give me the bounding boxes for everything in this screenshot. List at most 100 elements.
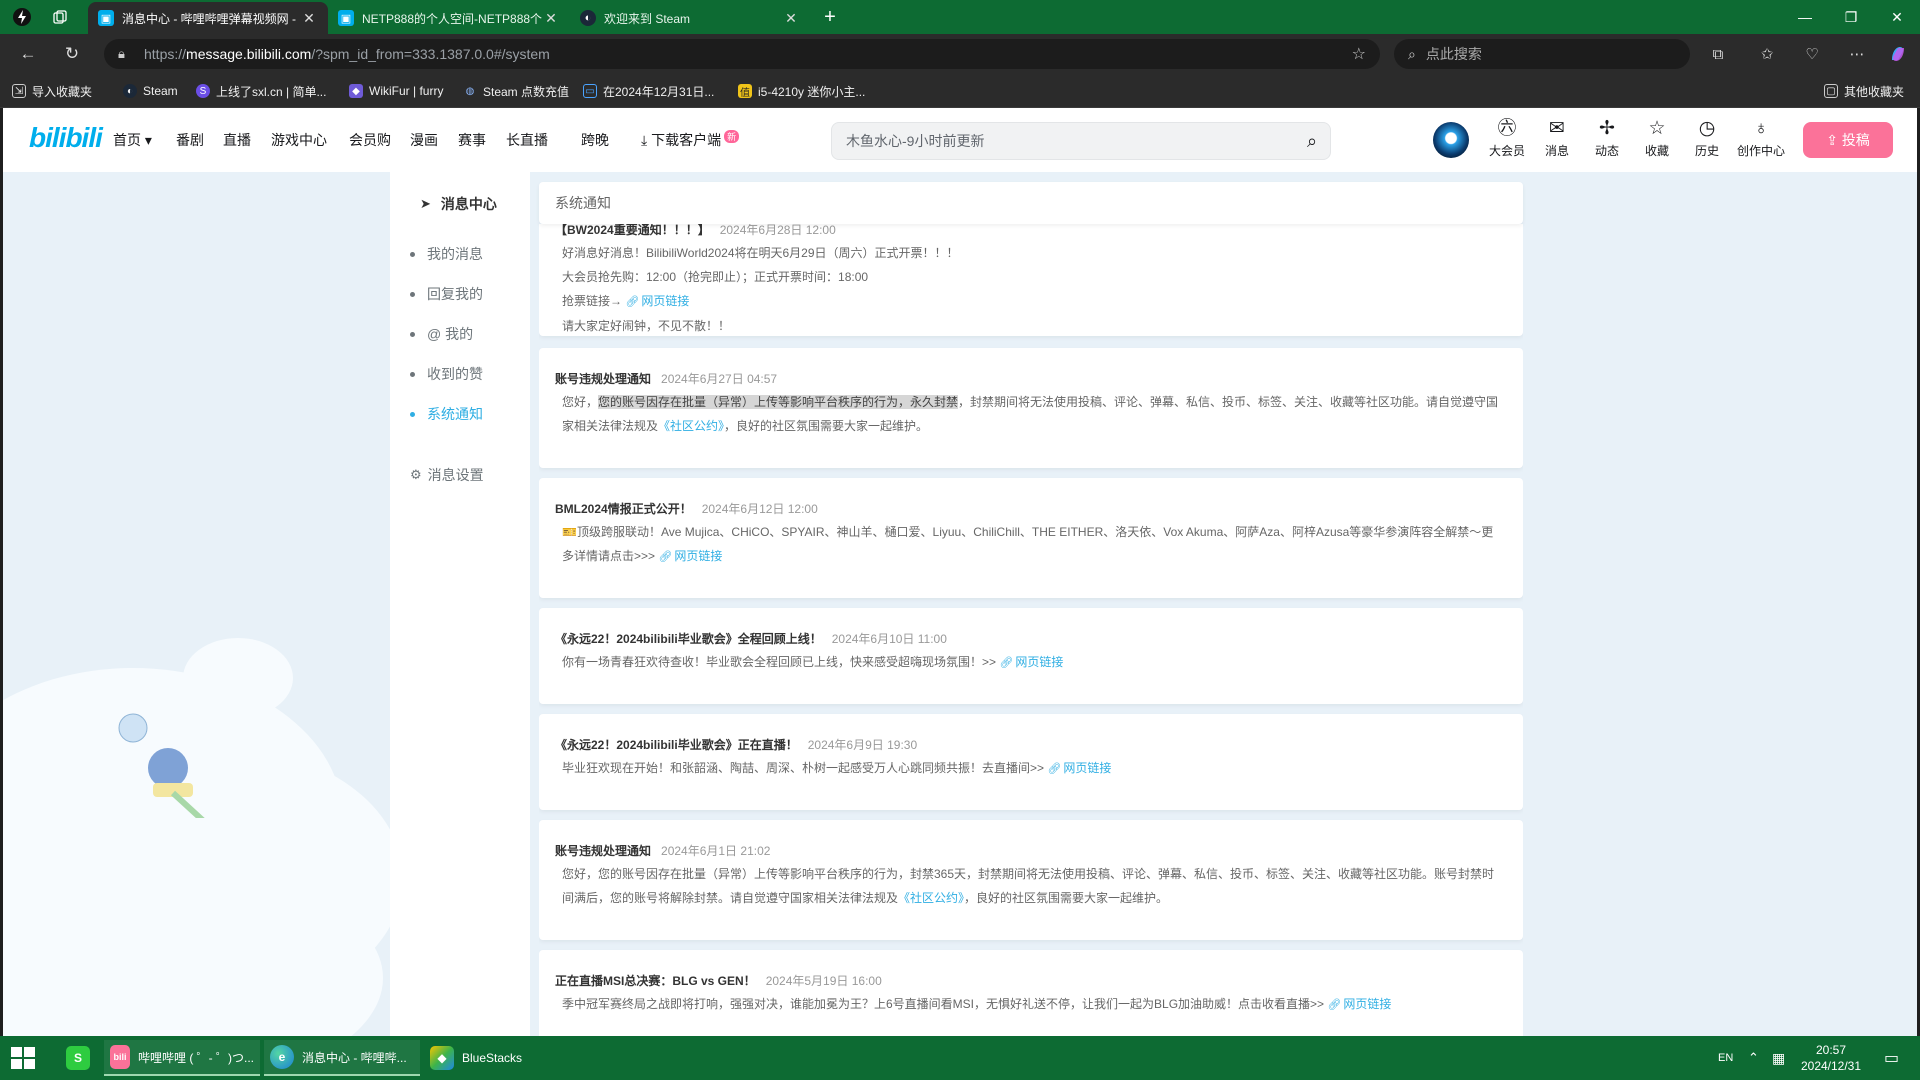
taskbar-app-edge[interactable]: e 消息中心 - 哔哩哔... xyxy=(264,1040,420,1076)
url-field[interactable]: 🔒︎ https://message.bilibili.com/?spm_id_… xyxy=(104,39,1380,69)
restore-icon[interactable]: ❐ xyxy=(1828,0,1874,34)
nav-download-client[interactable]: ⤓ 下载客户端新 xyxy=(641,130,740,150)
nav-game-center[interactable]: 游戏中心 xyxy=(271,130,327,150)
close-icon[interactable]: ✕ xyxy=(300,10,318,27)
notice-text: 大会员抢先购：12:00（抢完即止）；正式开票时间：18:00 xyxy=(562,270,869,284)
notice-time: 2024年6月1日 21:02 xyxy=(661,843,771,858)
network-icon[interactable]: ▦ xyxy=(1772,1036,1785,1080)
web-link[interactable]: 🔗︎ 网页链接 xyxy=(658,549,722,563)
header-vip[interactable]: ㊅大会员 xyxy=(1483,118,1531,159)
bilibili-logo[interactable]: bilibili xyxy=(29,122,103,154)
bookmark-calendar[interactable]: ▭ 在2024年12月31日... xyxy=(583,82,714,100)
bluestacks-icon: ◆ xyxy=(430,1046,454,1070)
bookmark-sxl[interactable]: S 上线了sxl.cn | 简单... xyxy=(196,82,326,100)
tab-user-space[interactable]: ▣ NETP888的个人空间-NETP888个人 ✕ xyxy=(328,2,570,34)
tab-title: 欢迎来到 Steam xyxy=(604,11,691,26)
notification-icon[interactable]: ▭ xyxy=(1884,1036,1899,1080)
nav-home[interactable]: 首页 ▾ xyxy=(113,130,152,150)
nav-gala[interactable]: 跨晚 xyxy=(581,130,609,150)
close-window-icon[interactable]: ✕ xyxy=(1874,0,1920,34)
more-icon[interactable]: ⋯ xyxy=(1845,42,1869,66)
notice-text: 家相关法律法规及《社区公约》，良好的社区氛围需要大家一起维护。 xyxy=(562,419,929,433)
edge-icon: e xyxy=(270,1045,294,1069)
notice-card: 正在直播MSI总决赛：BLG vs GEN！ 2024年5月19日 16:00 … xyxy=(539,950,1523,1036)
header-dynamics[interactable]: ✢ 动态 xyxy=(1583,118,1631,159)
bookmark-wikifur[interactable]: ◆ WikiFur | furry xyxy=(349,82,443,100)
bookmark-i5[interactable]: 值 i5-4210y 迷你小主... xyxy=(738,82,865,100)
sidebar-item-replies[interactable]: 回复我的 xyxy=(410,284,483,304)
search-suggestion: 木鱼水心-9小时前更新 xyxy=(846,133,985,149)
search-icon[interactable]: ⌕ xyxy=(1294,131,1330,152)
nav-anime[interactable]: 番剧 xyxy=(176,130,204,150)
notice-time: 2024年6月28日 12:00 xyxy=(719,224,836,237)
bookmark-import[interactable]: ⇲ 导入收藏夹 xyxy=(12,82,92,100)
copilot-icon[interactable] xyxy=(1886,42,1910,66)
site-search-input[interactable]: 木鱼水心-9小时前更新 ⌕ xyxy=(831,122,1331,160)
browser-search-input[interactable]: ⌕ 点此搜索 xyxy=(1394,39,1690,69)
notice-text: 🎫顶级跨服联动！Ave Mujica、CHiCO、SPYAIR、神山羊、樋口爱、… xyxy=(562,525,1494,539)
tab-message-center[interactable]: ▣ 消息中心 - 哔哩哔哩弹幕视频网 - ✕ xyxy=(88,2,328,34)
extensions-icon[interactable]: ⧉ xyxy=(1706,42,1730,66)
performance-icon[interactable]: ♡ xyxy=(1800,42,1824,66)
minimize-icon[interactable]: — xyxy=(1782,0,1828,34)
browser-logo-icon[interactable] xyxy=(10,5,34,29)
sidebar-item-mentions[interactable]: @ 我的 xyxy=(410,324,473,344)
globe-icon: ◍ xyxy=(465,85,475,97)
sidebar-item-my-messages[interactable]: 我的消息 xyxy=(410,244,483,264)
nav-live[interactable]: 直播 xyxy=(223,130,251,150)
favorite-star-icon[interactable]: ☆ xyxy=(1352,44,1366,64)
header-creator-center[interactable]: ♁ 创作中心 xyxy=(1733,118,1789,159)
close-icon[interactable]: ✕ xyxy=(782,10,800,27)
clock[interactable]: 20:57 2024/12/31 xyxy=(1786,1042,1876,1074)
header-favorites[interactable]: ☆ 收藏 xyxy=(1633,118,1681,159)
bookmark-steam[interactable]: ◐ Steam xyxy=(123,82,178,100)
illustration-character xyxy=(93,698,236,851)
sidebar-title: ➤ 消息中心 xyxy=(420,196,497,212)
taskbar-app-s[interactable]: S xyxy=(60,1040,104,1076)
nav-mall[interactable]: 会员购 xyxy=(349,130,391,150)
star-icon: ☆ xyxy=(1648,118,1666,139)
chevron-up-icon[interactable]: ⌃ xyxy=(1748,1036,1759,1080)
sxl-icon: S xyxy=(196,84,210,98)
header-history[interactable]: ◷ 历史 xyxy=(1683,118,1731,159)
sidebar-item-likes[interactable]: 收到的赞 xyxy=(410,364,483,384)
nav-esports[interactable]: 赛事 xyxy=(458,130,486,150)
search-icon: ⌕ xyxy=(1408,45,1416,62)
tab-steam[interactable]: ◐ 欢迎来到 Steam ✕ xyxy=(570,2,810,34)
taskbar-app-bilibili[interactable]: bili 哔哩哔哩 ( ゜- ゜)つ... xyxy=(104,1040,260,1076)
bilibili-app-icon: bili xyxy=(110,1045,130,1069)
bilibili-tv-icon: ▣ xyxy=(98,10,114,26)
refresh-icon[interactable]: ↻ xyxy=(60,42,84,66)
title-bar: ▣ 消息中心 - 哔哩哔哩弹幕视频网 - ✕ ▣ NETP888的个人空间-NE… xyxy=(0,0,1920,34)
language-indicator[interactable]: EN xyxy=(1718,1036,1733,1080)
notice-card: 《永远22！2024bilibili毕业歌会》正在直播！ 2024年6月9日 1… xyxy=(539,714,1523,810)
avatar[interactable] xyxy=(1433,122,1469,158)
web-link[interactable]: 🔗︎ 网页链接 xyxy=(1047,761,1111,775)
web-link[interactable]: 🔗︎ 网页链接 xyxy=(625,294,689,308)
close-icon[interactable]: ✕ xyxy=(542,10,560,27)
windows-start-icon[interactable] xyxy=(8,1044,36,1072)
link-icon: 🔗︎ xyxy=(625,296,640,308)
web-link[interactable]: 🔗︎ 网页链接 xyxy=(999,655,1063,669)
new-tab-icon[interactable]: + xyxy=(818,5,842,29)
back-icon[interactable]: ← xyxy=(16,42,40,66)
favorites-icon[interactable]: ✩ xyxy=(1755,42,1779,66)
taskbar-app-bluestacks[interactable]: ◆ BlueStacks xyxy=(424,1040,544,1076)
web-link[interactable]: 🔗︎ 网页链接 xyxy=(1327,997,1391,1011)
community-rules-link[interactable]: 《社区公约》 xyxy=(658,419,724,433)
bookmark-steam-points[interactable]: ◍ Steam 点数充值 xyxy=(463,82,569,100)
wikifur-icon: ◆ xyxy=(349,84,363,98)
community-rules-link[interactable]: 《社区公约》 xyxy=(898,891,964,905)
nav-long-live[interactable]: 长直播 xyxy=(506,130,548,150)
selected-text: 您的账号因存在批量（异常）上传等影响平台秩序的行为，永久封禁 xyxy=(598,395,959,409)
bookmark-other[interactable]: ▢ 其他收藏夹 xyxy=(1824,82,1904,100)
sidebar-item-system[interactable]: 系统通知 xyxy=(410,404,483,424)
notice-title: 账号违规处理通知 xyxy=(555,843,652,858)
header-messages[interactable]: ✉ 消息 xyxy=(1533,118,1581,159)
nav-manga[interactable]: 漫画 xyxy=(410,130,438,150)
workspaces-icon[interactable] xyxy=(48,5,72,29)
notice-text: 抢票链接→ 🔗︎ 网页链接 xyxy=(562,294,690,308)
upload-button[interactable]: ⇪ 投稿 xyxy=(1803,122,1893,158)
taskbar: S bili 哔哩哔哩 ( ゜- ゜)つ... e 消息中心 - 哔哩哔... … xyxy=(0,1036,1920,1080)
sidebar-item-settings[interactable]: ⚙ 消息设置 xyxy=(410,465,484,485)
